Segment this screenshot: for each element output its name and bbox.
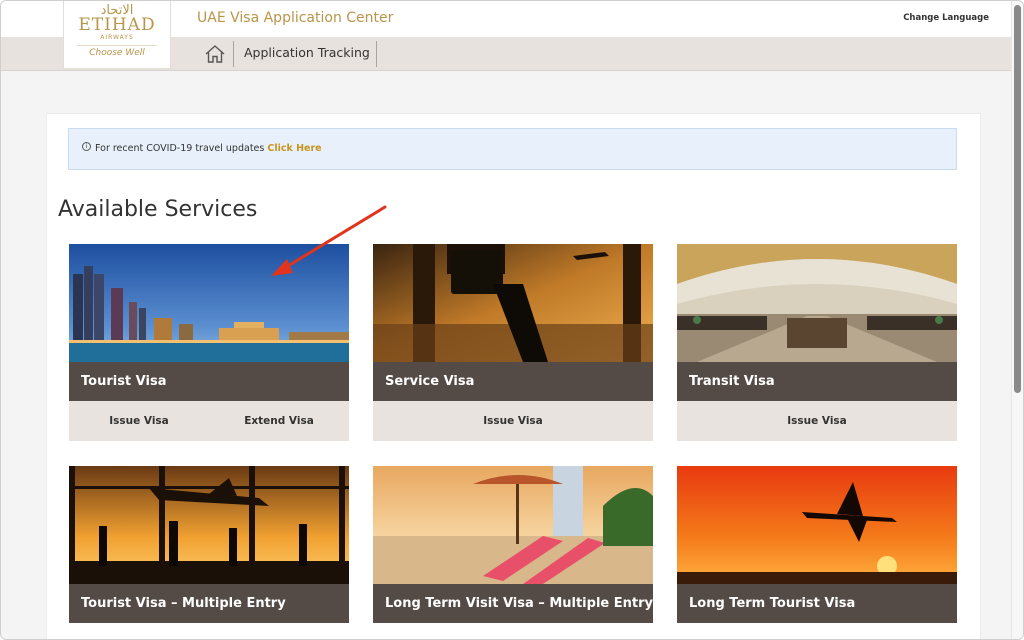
browser-frame: الاتحاد ETIHAD AIRWAYS Choose Well UAE V…	[0, 0, 1024, 640]
logo-tagline: Choose Well	[89, 48, 145, 58]
etihad-logo[interactable]: الاتحاد ETIHAD AIRWAYS Choose Well	[63, 1, 171, 69]
logo-main-text: ETIHAD	[78, 15, 156, 35]
annotation-arrow	[271, 205, 387, 276]
scrollbar-thumb[interactable]	[1014, 5, 1021, 393]
logo-divider	[77, 45, 157, 46]
logo-sub-text: AIRWAYS	[100, 34, 134, 41]
scrollbar[interactable]	[1011, 1, 1023, 639]
